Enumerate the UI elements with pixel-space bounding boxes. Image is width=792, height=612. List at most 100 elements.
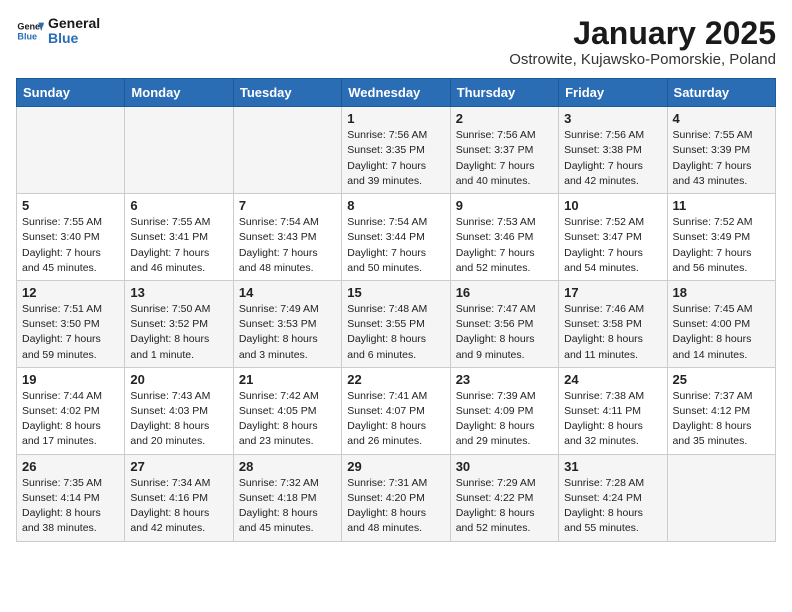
day-number: 4: [673, 111, 770, 126]
day-number: 22: [347, 372, 444, 387]
day-info: Sunrise: 7:41 AMSunset: 4:07 PMDaylight:…: [347, 389, 444, 450]
day-number: 1: [347, 111, 444, 126]
day-info: Sunrise: 7:52 AMSunset: 3:47 PMDaylight:…: [564, 215, 661, 276]
calendar-cell: 16Sunrise: 7:47 AMSunset: 3:56 PMDayligh…: [450, 280, 558, 367]
day-number: 14: [239, 285, 336, 300]
calendar-cell: [667, 454, 775, 541]
header-thursday: Thursday: [450, 79, 558, 107]
day-info: Sunrise: 7:44 AMSunset: 4:02 PMDaylight:…: [22, 389, 119, 450]
day-number: 3: [564, 111, 661, 126]
week-row-3: 19 Sunrise: 7:44 AMSunset: 4:02 PMDayligh…: [17, 367, 776, 454]
calendar-cell: 23 Sunrise: 7:39 AMSunset: 4:09 PMDayligh…: [450, 367, 558, 454]
day-info: Sunrise: 7:51 AMSunset: 3:50 PMDaylight:…: [22, 302, 119, 363]
calendar-cell: 25Sunrise: 7:37 AMSunset: 4:12 PMDayligh…: [667, 367, 775, 454]
day-info: Sunrise: 7:54 AMSunset: 3:44 PMDaylight:…: [347, 215, 444, 276]
logo: General Blue General Blue: [16, 16, 100, 47]
calendar-cell: 8 Sunrise: 7:54 AMSunset: 3:44 PMDaylight…: [342, 194, 450, 281]
day-info: Sunrise: 7:48 AMSunset: 3:55 PMDaylight:…: [347, 302, 444, 363]
header-sunday: Sunday: [17, 79, 125, 107]
calendar-cell: 2 Sunrise: 7:56 AMSunset: 3:37 PMDaylight…: [450, 107, 558, 194]
calendar-cell: 12 Sunrise: 7:51 AMSunset: 3:50 PMDayligh…: [17, 280, 125, 367]
day-info: Sunrise: 7:56 AMSunset: 3:37 PMDaylight:…: [456, 128, 553, 189]
day-info: Sunrise: 7:55 AMSunset: 3:40 PMDaylight:…: [22, 215, 119, 276]
week-row-1: 5 Sunrise: 7:55 AMSunset: 3:40 PMDaylight…: [17, 194, 776, 281]
day-number: 19: [22, 372, 119, 387]
calendar-cell: 28Sunrise: 7:32 AMSunset: 4:18 PMDayligh…: [233, 454, 341, 541]
day-number: 23: [456, 372, 553, 387]
day-info: Sunrise: 7:53 AMSunset: 3:46 PMDaylight:…: [456, 215, 553, 276]
calendar-cell: 11 Sunrise: 7:52 AMSunset: 3:49 PMDayligh…: [667, 194, 775, 281]
calendar-cell: 6Sunrise: 7:55 AMSunset: 3:41 PMDaylight…: [125, 194, 233, 281]
day-info: Sunrise: 7:45 AMSunset: 4:00 PMDaylight:…: [673, 302, 770, 363]
day-info: Sunrise: 7:28 AMSunset: 4:24 PMDaylight:…: [564, 476, 661, 537]
day-info: Sunrise: 7:55 AMSunset: 3:39 PMDaylight:…: [673, 128, 770, 189]
svg-text:Blue: Blue: [17, 32, 37, 42]
day-info: Sunrise: 7:35 AMSunset: 4:14 PMDaylight:…: [22, 476, 119, 537]
day-number: 5: [22, 198, 119, 213]
day-info: Sunrise: 7:34 AMSunset: 4:16 PMDaylight:…: [130, 476, 227, 537]
day-number: 10: [564, 198, 661, 213]
day-number: 11: [673, 198, 770, 213]
day-number: 18: [673, 285, 770, 300]
calendar-cell: 5 Sunrise: 7:55 AMSunset: 3:40 PMDaylight…: [17, 194, 125, 281]
week-row-2: 12 Sunrise: 7:51 AMSunset: 3:50 PMDayligh…: [17, 280, 776, 367]
calendar-cell: 21 Sunrise: 7:42 AMSunset: 4:05 PMDayligh…: [233, 367, 341, 454]
day-number: 7: [239, 198, 336, 213]
day-info: Sunrise: 7:46 AMSunset: 3:58 PMDaylight:…: [564, 302, 661, 363]
calendar-cell: 22 Sunrise: 7:41 AMSunset: 4:07 PMDayligh…: [342, 367, 450, 454]
day-info: Sunrise: 7:31 AMSunset: 4:20 PMDaylight:…: [347, 476, 444, 537]
day-number: 25: [673, 372, 770, 387]
day-number: 8: [347, 198, 444, 213]
day-number: 29: [347, 459, 444, 474]
day-info: Sunrise: 7:38 AMSunset: 4:11 PMDaylight:…: [564, 389, 661, 450]
calendar-cell: 31 Sunrise: 7:28 AMSunset: 4:24 PMDayligh…: [559, 454, 667, 541]
calendar-header: SundayMondayTuesdayWednesdayThursdayFrid…: [17, 79, 776, 107]
day-info: Sunrise: 7:49 AMSunset: 3:53 PMDaylight:…: [239, 302, 336, 363]
header-wednesday: Wednesday: [342, 79, 450, 107]
day-info: Sunrise: 7:42 AMSunset: 4:05 PMDaylight:…: [239, 389, 336, 450]
day-number: 9: [456, 198, 553, 213]
week-row-0: 1 Sunrise: 7:56 AMSunset: 3:35 PMDaylight…: [17, 107, 776, 194]
calendar-cell: 14 Sunrise: 7:49 AMSunset: 3:53 PMDayligh…: [233, 280, 341, 367]
day-info: Sunrise: 7:32 AMSunset: 4:18 PMDaylight:…: [239, 476, 336, 537]
day-number: 6: [130, 198, 227, 213]
calendar-table: SundayMondayTuesdayWednesdayThursdayFrid…: [16, 78, 776, 541]
calendar-cell: 20Sunrise: 7:43 AMSunset: 4:03 PMDayligh…: [125, 367, 233, 454]
day-number: 24: [564, 372, 661, 387]
day-number: 31: [564, 459, 661, 474]
header: General Blue General Blue January 2025 O…: [16, 16, 776, 68]
day-number: 12: [22, 285, 119, 300]
day-number: 20: [130, 372, 227, 387]
header-row: SundayMondayTuesdayWednesdayThursdayFrid…: [17, 79, 776, 107]
day-info: Sunrise: 7:52 AMSunset: 3:49 PMDaylight:…: [673, 215, 770, 276]
day-number: 2: [456, 111, 553, 126]
calendar-cell: 1 Sunrise: 7:56 AMSunset: 3:35 PMDaylight…: [342, 107, 450, 194]
calendar-cell: 30Sunrise: 7:29 AMSunset: 4:22 PMDayligh…: [450, 454, 558, 541]
calendar-cell: 3Sunrise: 7:56 AMSunset: 3:38 PMDaylight…: [559, 107, 667, 194]
calendar-cell: 7 Sunrise: 7:54 AMSunset: 3:43 PMDaylight…: [233, 194, 341, 281]
calendar-cell: 9 Sunrise: 7:53 AMSunset: 3:46 PMDaylight…: [450, 194, 558, 281]
day-number: 30: [456, 459, 553, 474]
header-monday: Monday: [125, 79, 233, 107]
calendar-cell: [17, 107, 125, 194]
day-number: 27: [130, 459, 227, 474]
day-number: 26: [22, 459, 119, 474]
day-number: 16: [456, 285, 553, 300]
calendar-cell: 15 Sunrise: 7:48 AMSunset: 3:55 PMDayligh…: [342, 280, 450, 367]
day-number: 15: [347, 285, 444, 300]
day-info: Sunrise: 7:56 AMSunset: 3:35 PMDaylight:…: [347, 128, 444, 189]
header-saturday: Saturday: [667, 79, 775, 107]
calendar-cell: 19 Sunrise: 7:44 AMSunset: 4:02 PMDayligh…: [17, 367, 125, 454]
day-info: Sunrise: 7:50 AMSunset: 3:52 PMDaylight:…: [130, 302, 227, 363]
calendar-cell: 13Sunrise: 7:50 AMSunset: 3:52 PMDayligh…: [125, 280, 233, 367]
day-number: 17: [564, 285, 661, 300]
calendar-cell: 24 Sunrise: 7:38 AMSunset: 4:11 PMDayligh…: [559, 367, 667, 454]
logo-text-blue: Blue: [48, 31, 100, 46]
day-info: Sunrise: 7:54 AMSunset: 3:43 PMDaylight:…: [239, 215, 336, 276]
day-number: 21: [239, 372, 336, 387]
header-friday: Friday: [559, 79, 667, 107]
header-tuesday: Tuesday: [233, 79, 341, 107]
day-info: Sunrise: 7:39 AMSunset: 4:09 PMDaylight:…: [456, 389, 553, 450]
logo-text-general: General: [48, 16, 100, 31]
calendar-cell: [233, 107, 341, 194]
